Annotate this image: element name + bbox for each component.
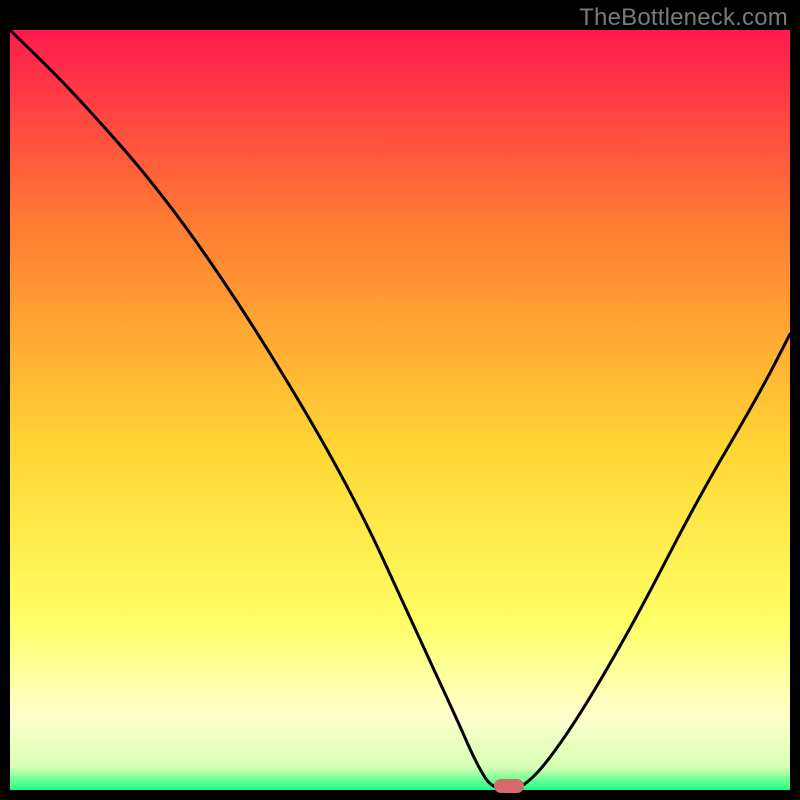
bottleneck-curve xyxy=(10,30,790,790)
plot-area xyxy=(10,30,790,790)
watermark-text: TheBottleneck.com xyxy=(579,4,788,32)
chart-frame xyxy=(10,30,790,790)
optimal-marker xyxy=(494,779,524,793)
